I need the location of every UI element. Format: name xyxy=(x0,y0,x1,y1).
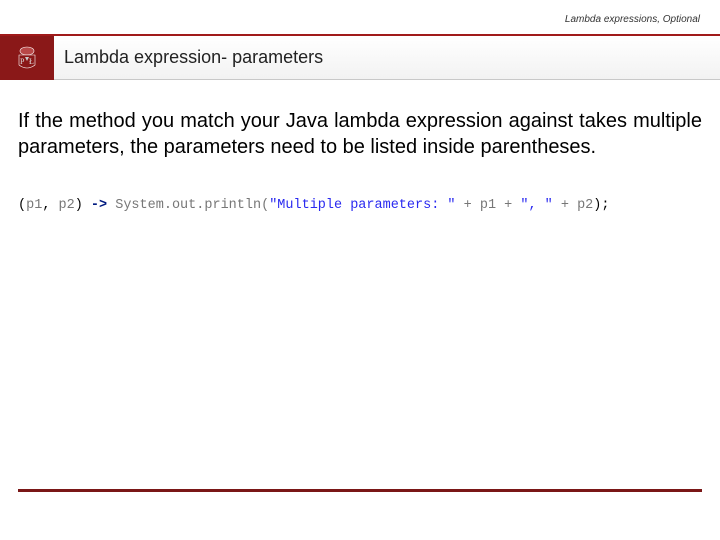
code-token: System. xyxy=(115,198,172,213)
university-logo-icon: P Ł xyxy=(12,43,42,73)
code-token: + xyxy=(553,198,577,213)
header-top: Lambda expressions, Optional xyxy=(0,0,720,36)
breadcrumb: Lambda expressions, Optional xyxy=(565,14,700,25)
code-token: + xyxy=(496,198,520,213)
logo-letter-l: Ł xyxy=(29,57,34,66)
code-string-token: ", " xyxy=(520,198,552,213)
code-token: ( xyxy=(18,198,26,213)
logo-box: P Ł xyxy=(0,36,54,80)
body-paragraph: If the method you match your Java lambda… xyxy=(18,108,702,160)
title-bar: Lambda expression- parameters xyxy=(54,36,720,80)
footer-divider xyxy=(18,489,702,492)
code-token: .println( xyxy=(196,198,269,213)
code-string-token: "Multiple parameters: " xyxy=(269,198,455,213)
content-area: If the method you match your Java lambda… xyxy=(0,80,720,213)
code-token: + xyxy=(456,198,480,213)
code-token: out xyxy=(172,198,196,213)
code-arrow-token: -> xyxy=(91,198,107,213)
code-token: p1 xyxy=(26,198,42,213)
code-token: ) xyxy=(75,198,91,213)
code-token: ); xyxy=(593,198,609,213)
code-token: , xyxy=(42,198,58,213)
code-token: p2 xyxy=(59,198,75,213)
title-row: P Ł Lambda expression- parameters xyxy=(0,36,720,80)
code-token: p1 xyxy=(480,198,496,213)
logo-letter-p: P xyxy=(20,57,25,66)
slide-title: Lambda expression- parameters xyxy=(64,47,323,68)
code-token: p2 xyxy=(577,198,593,213)
code-example: (p1, p2) -> System.out.println("Multiple… xyxy=(18,198,702,213)
